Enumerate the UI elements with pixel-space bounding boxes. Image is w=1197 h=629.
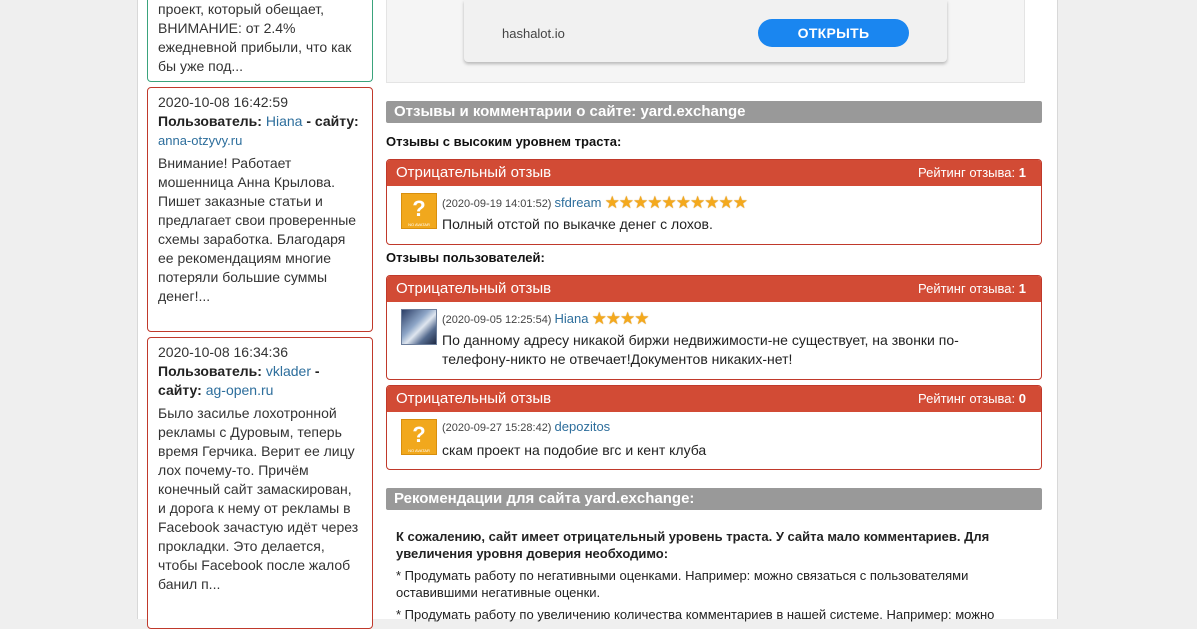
review-header: Отрицательный отзыв Рейтинг отзыва: 1 (387, 276, 1041, 302)
user-label: Пользователь: (158, 363, 262, 379)
recommendation-item: * Продумать работу по увеличению количес… (396, 607, 995, 622)
site-link[interactable]: ag-open.ru (206, 382, 274, 398)
review-text: скам проект на подобие вгс и кент клуба (442, 442, 707, 458)
site-label: - сайту: (306, 113, 359, 129)
recommendations-body: К сожалению, сайт имеет отрицательный ур… (396, 528, 1026, 628)
site-label-part: - (314, 363, 320, 379)
review-text: По данному адресу никакой биржи недвижим… (442, 332, 959, 367)
review-type: Отрицательный отзыв (396, 390, 552, 407)
comment-card: проект, который обещает, ВНИМАНИЕ: от 2.… (147, 0, 373, 82)
recommendations-title: Рекомендации для сайта yard.exchange: (386, 488, 1042, 510)
comment-date: 2020-10-08 16:34:36 (158, 344, 288, 360)
review-card: Отрицательный отзыв Рейтинг отзыва: 0 ? N… (386, 385, 1042, 470)
ad-open-button[interactable]: ОТКРЫТЬ (758, 19, 909, 47)
page-content: проект, который обещает, ВНИМАНИЕ: от 2.… (137, 0, 1058, 629)
review-rating: Рейтинг отзыва: 0 (917, 391, 1026, 406)
review-date: (2020-09-05 12:25:54) (442, 314, 552, 326)
user-link[interactable]: Hiana (266, 113, 303, 129)
review-header: Отрицательный отзыв Рейтинг отзыва: 0 (387, 386, 1041, 412)
avatar: ? NO AVATAR (401, 193, 437, 229)
review-type: Отрицательный отзыв (396, 280, 552, 297)
review-user-link[interactable]: Hiana (555, 311, 589, 326)
avatar (401, 309, 437, 345)
ad-banner: hashalot.io ОТКРЫТЬ (386, 0, 1025, 83)
review-text: Полный отстой по выкачке денег с лохов. (442, 216, 713, 232)
reviews-section-title: Отзывы и комментарии о сайте: yard.excha… (386, 101, 1042, 123)
comment-card: 2020-10-08 16:34:36 Пользователь: vklade… (147, 337, 373, 629)
review-card: Отрицательный отзыв Рейтинг отзыва: 1 ? N… (386, 159, 1042, 245)
review-date: (2020-09-27 15:28:42) (442, 422, 552, 434)
recommendation-item: * Продумать работу по негативными оценка… (396, 568, 969, 600)
star-rating-icon: ★★★★★★★★★★ (604, 193, 748, 212)
site-link[interactable]: anna-otzyvy.ru (158, 133, 242, 148)
comment-card: 2020-10-08 16:42:59 Пользователь: Hiana … (147, 87, 373, 332)
review-card: Отрицательный отзыв Рейтинг отзыва: 1 (2… (386, 275, 1042, 380)
users-reviews-label: Отзывы пользователей: (386, 250, 545, 265)
review-user-link[interactable]: sfdream (555, 195, 602, 210)
review-rating: Рейтинг отзыва: 1 (917, 165, 1026, 180)
star-rating-icon: ★★★★ (591, 309, 650, 328)
comment-text: Было засилье лохотронной рекламы с Дуров… (158, 405, 359, 592)
review-header: Отрицательный отзыв Рейтинг отзыва: 1 (387, 160, 1041, 186)
review-type: Отрицательный отзыв (396, 164, 552, 181)
comment-date: 2020-10-08 16:42:59 (158, 94, 288, 110)
site-label: сайту: (158, 382, 202, 398)
high-trust-label: Отзывы с высоким уровнем траста: (386, 134, 622, 149)
ad-domain: hashalot.io (502, 26, 565, 41)
recommendations-intro: К сожалению, сайт имеет отрицательный ур… (396, 529, 990, 561)
review-date: (2020-09-19 14:01:52) (442, 198, 552, 210)
comment-text: проект, который обещает, ВНИМАНИЕ: от 2.… (158, 1, 352, 74)
review-user-link[interactable]: depozitos (555, 419, 611, 434)
user-link[interactable]: vklader (266, 363, 311, 379)
review-rating: Рейтинг отзыва: 1 (917, 281, 1026, 296)
comment-text: Внимание! Работает мошенница Анна Крылов… (158, 155, 357, 304)
user-label: Пользователь: (158, 113, 262, 129)
avatar: ? NO AVATAR (401, 419, 437, 455)
ad-card[interactable]: hashalot.io ОТКРЫТЬ (464, 0, 947, 62)
